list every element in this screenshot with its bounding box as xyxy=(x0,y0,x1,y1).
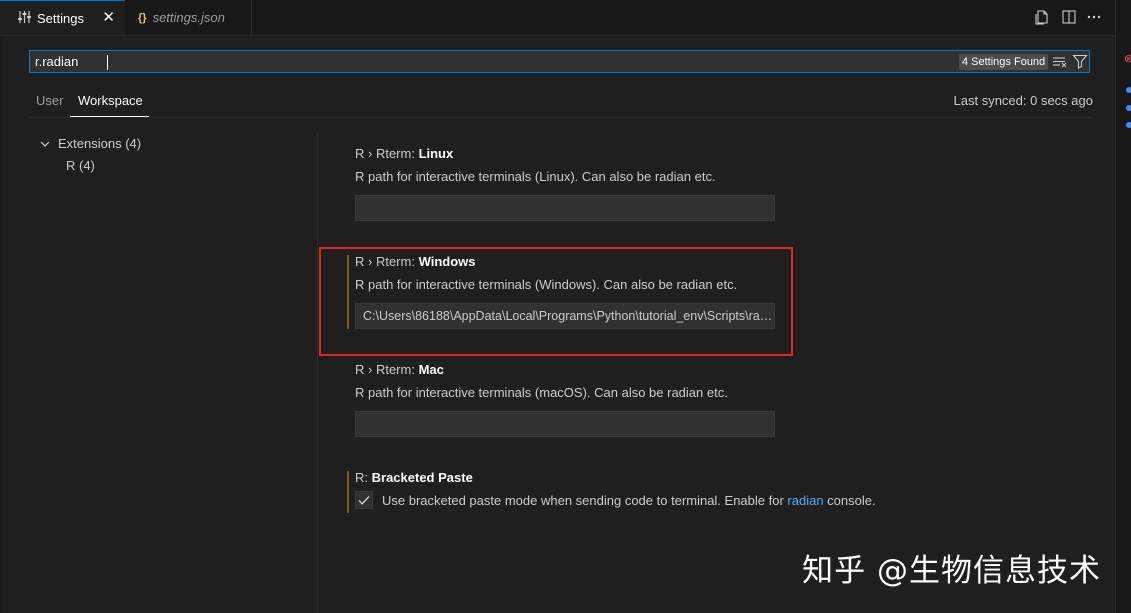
chevron-down-icon xyxy=(40,140,52,151)
setting-title-rterm-linux: R › Rterm: Linux xyxy=(355,146,453,161)
modified-marker xyxy=(1126,87,1131,93)
tab-settings-label: Settings xyxy=(37,10,84,26)
settings-found-badge: 4 Settings Found xyxy=(959,54,1049,70)
setting-title-rterm-mac: R › Rterm: Mac xyxy=(355,362,444,377)
toc-divider xyxy=(317,132,318,613)
rterm-mac-input[interactable] xyxy=(355,411,775,437)
bracketed-desc-after: console. xyxy=(823,493,876,508)
error-marker-icon: ⊗ xyxy=(1124,53,1131,65)
modified-indicator xyxy=(347,471,349,513)
split-editor-icon[interactable] xyxy=(1061,9,1077,25)
watermark: 知乎 @生物信息技术 xyxy=(802,553,1101,589)
scope-divider xyxy=(29,117,1093,118)
highlight-annotation-box xyxy=(319,247,793,356)
modified-marker xyxy=(1126,105,1131,111)
setting-category: R: xyxy=(355,470,372,485)
clear-filter-icon[interactable] xyxy=(1052,54,1068,70)
checkmark-icon xyxy=(358,496,370,505)
setting-title-bracketed-paste: R: Bracketed Paste xyxy=(355,470,473,485)
tab-settings-json[interactable]: {} settings.json xyxy=(126,0,252,35)
toc-item-extensions[interactable]: Extensions (4) xyxy=(40,136,141,151)
bracketed-desc-before: Use bracketed paste mode when sending co… xyxy=(382,493,788,508)
bracketed-paste-checkbox[interactable] xyxy=(355,491,373,509)
filter-icon[interactable] xyxy=(1072,53,1088,69)
rterm-linux-input[interactable] xyxy=(355,195,775,221)
toc-item-extensions-label: Extensions (4) xyxy=(58,136,142,151)
last-synced-status: Last synced: 0 secs ago xyxy=(953,93,1093,108)
json-braces-icon: {} xyxy=(138,11,147,24)
setting-description: R path for interactive terminals (Linux)… xyxy=(355,169,716,184)
setting-name: Linux xyxy=(418,146,454,161)
settings-sliders-icon xyxy=(18,10,31,26)
search-query-text: r.radian xyxy=(35,54,79,69)
overview-ruler: ⊗ xyxy=(1115,0,1131,613)
open-settings-json-icon[interactable] xyxy=(1034,9,1050,25)
text-cursor xyxy=(107,55,108,70)
setting-name: Mac xyxy=(418,362,444,377)
setting-description: R path for interactive terminals (macOS)… xyxy=(355,385,728,400)
setting-category: R › Rterm: xyxy=(355,362,419,377)
editor-tab-bar: Settings ✕ {} settings.json xyxy=(0,0,1115,36)
more-actions-icon[interactable] xyxy=(1086,9,1102,25)
modified-marker xyxy=(1126,122,1131,128)
close-icon[interactable]: ✕ xyxy=(102,10,115,25)
activity-edge xyxy=(0,36,3,613)
toc-item-r[interactable]: R (4) xyxy=(66,158,95,173)
setting-name: Bracketed Paste xyxy=(371,470,473,485)
tab-workspace[interactable]: Workspace xyxy=(78,93,143,108)
tab-settings[interactable]: Settings ✕ xyxy=(0,0,125,35)
tab-user[interactable]: User xyxy=(36,93,63,108)
radian-link[interactable]: radian xyxy=(787,493,823,508)
tab-settings-json-label: settings.json xyxy=(152,10,225,25)
settings-search-input[interactable]: r.radian 4 Settings Found xyxy=(29,50,1090,73)
setting-description: Use bracketed paste mode when sending co… xyxy=(382,493,876,508)
setting-category: R › Rterm: xyxy=(355,146,419,161)
